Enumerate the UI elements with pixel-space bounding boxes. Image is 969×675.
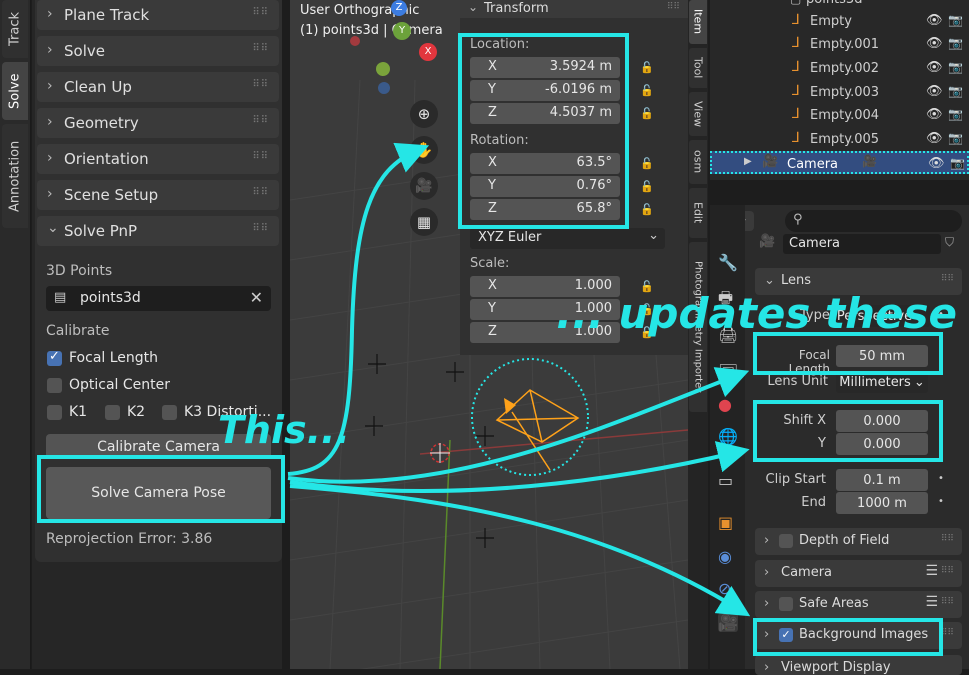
annotation-updates: ... updates these — [556, 289, 957, 338]
annotation-this: This... — [218, 408, 350, 452]
